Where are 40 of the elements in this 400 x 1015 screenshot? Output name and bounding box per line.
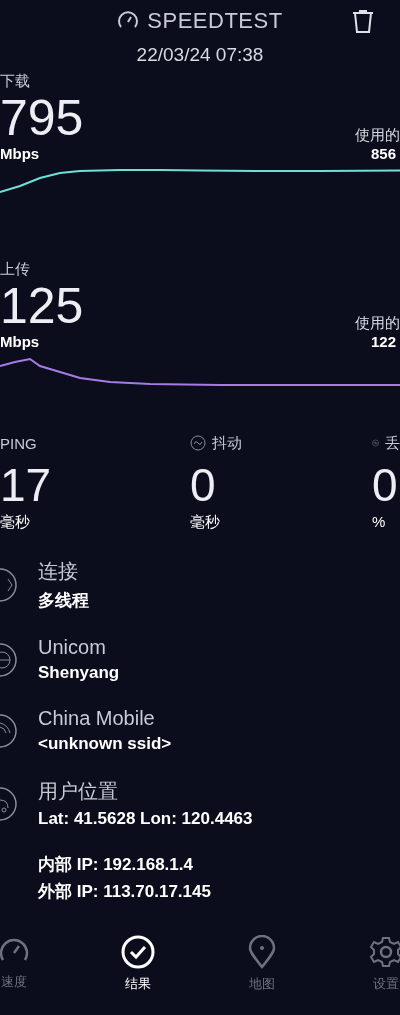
metric-unit: 毫秒 xyxy=(190,513,221,532)
trash-icon[interactable] xyxy=(352,10,374,34)
metric-value: 0 xyxy=(190,458,217,513)
metric-unit: % xyxy=(372,513,387,530)
speed-unit: Mbps xyxy=(0,333,41,350)
info-title: China Mobile xyxy=(38,707,156,730)
data-used-label: 使用的 xyxy=(355,314,400,333)
ip-address: 内部 IP: 192.168.1.4 xyxy=(38,854,194,876)
metric-value: 0 xyxy=(372,458,399,513)
info-detail: <unknown ssid> xyxy=(38,734,172,754)
check-circle-icon xyxy=(121,935,155,969)
result-label: 下载 xyxy=(0,72,31,91)
info-detail: Lat: 41.5628 Lon: 120.4463 xyxy=(38,809,253,829)
info-detail: Shenyang xyxy=(38,663,120,683)
speed-value: 125 xyxy=(0,279,84,333)
metric-value: 17 xyxy=(0,458,53,513)
metric-unit: 毫秒 xyxy=(0,513,31,532)
data-used-value: 856 xyxy=(370,145,396,162)
settings-icon xyxy=(369,935,400,969)
info-title: 连接 xyxy=(38,559,79,584)
nav-tab[interactable]: 速度 xyxy=(0,933,64,1015)
nav-tab[interactable]: 结果 xyxy=(88,933,188,1015)
info-title: Unicom xyxy=(38,636,107,659)
wave-icon xyxy=(190,435,206,451)
nav-tab[interactable]: 地图 xyxy=(212,933,312,1015)
data-used-label: 使用的 xyxy=(355,126,400,145)
speed-unit: Mbps xyxy=(0,145,41,162)
info-title: 用户位置 xyxy=(38,779,119,804)
nav-tab[interactable]: 设置 xyxy=(336,933,400,1015)
map-pin-icon xyxy=(248,935,276,969)
speed-value: 795 xyxy=(0,91,84,145)
metric-label: PING xyxy=(0,434,37,452)
app-title: SPEEDTEST xyxy=(147,8,283,34)
data-used-value: 122 xyxy=(370,333,396,350)
metric-label: 抖动 xyxy=(212,433,242,453)
info-detail: 多线程 xyxy=(38,590,89,612)
test-datetime: 22/03/24 07:38 xyxy=(136,44,264,66)
ip-address: 外部 IP: 113.70.17.145 xyxy=(38,881,212,903)
metric-label: 丢 xyxy=(385,433,400,453)
result-label: 上传 xyxy=(0,260,31,279)
